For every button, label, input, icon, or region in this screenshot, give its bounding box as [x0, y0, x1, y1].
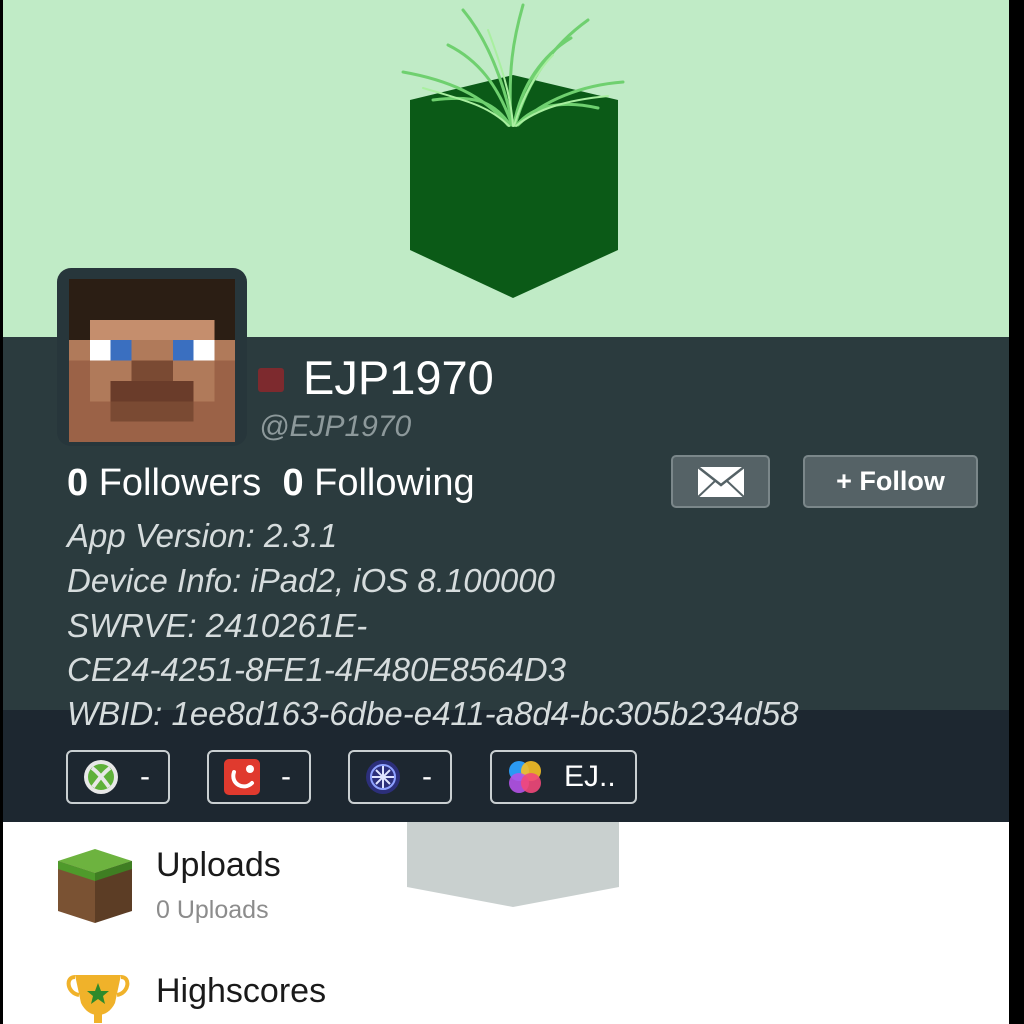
followers-count: 0: [67, 462, 89, 504]
status-indicator: [258, 368, 284, 392]
info-swrve: SWRVE: 2410261E-: [67, 607, 368, 644]
following-link[interactable]: 0 Following: [282, 462, 474, 504]
account-chip-game-center[interactable]: EJ..: [490, 750, 637, 804]
followers-label: Followers: [98, 462, 262, 504]
info-swrve-cont: CE24-4251-8FE1-4F480E8564D3: [67, 651, 566, 688]
playstation-icon: [366, 760, 400, 794]
xbox-icon: [84, 760, 118, 794]
account-chip-xbox[interactable]: -: [66, 750, 170, 804]
game-center-icon: [509, 761, 541, 793]
profile-screen: EJP1970 @EJP1970 0 Followers 0 Following…: [3, 0, 1009, 1024]
following-label: Following: [314, 462, 475, 504]
swrve-icon: [224, 759, 260, 795]
info-app-version: App Version: 2.3.1: [67, 517, 338, 554]
swrve-value: -: [281, 760, 291, 793]
trophy-icon: [66, 975, 130, 1023]
following-count: 0: [282, 462, 304, 504]
info-wbid: WBID: 1ee8d163-6dbe-e411-a8d4-bc305b234d…: [67, 695, 799, 732]
uploads-title: Uploads: [156, 846, 281, 884]
account-chip-swrve[interactable]: -: [207, 750, 311, 804]
username: EJP1970: [303, 351, 494, 404]
followers-link[interactable]: 0 Followers: [67, 462, 261, 504]
playstation-value: -: [422, 760, 432, 793]
info-device: Device Info: iPad2, iOS 8.100000: [67, 562, 555, 599]
envelope-icon: [696, 465, 745, 498]
grass-block-icon: [58, 849, 132, 923]
grass-cube-illustration: [401, 3, 625, 298]
account-chip-playstation[interactable]: -: [348, 750, 452, 804]
follow-button[interactable]: + Follow: [803, 455, 978, 508]
uploads-subtitle: 0 Uploads: [156, 896, 269, 924]
message-button[interactable]: [671, 455, 770, 508]
avatar[interactable]: [69, 279, 235, 442]
xbox-value: -: [140, 760, 150, 793]
follow-stats: 0 Followers 0 Following: [67, 462, 475, 505]
user-handle: @EJP1970: [259, 410, 412, 443]
game-center-value: EJ..: [564, 760, 616, 793]
highscores-title: Highscores: [156, 972, 327, 1010]
